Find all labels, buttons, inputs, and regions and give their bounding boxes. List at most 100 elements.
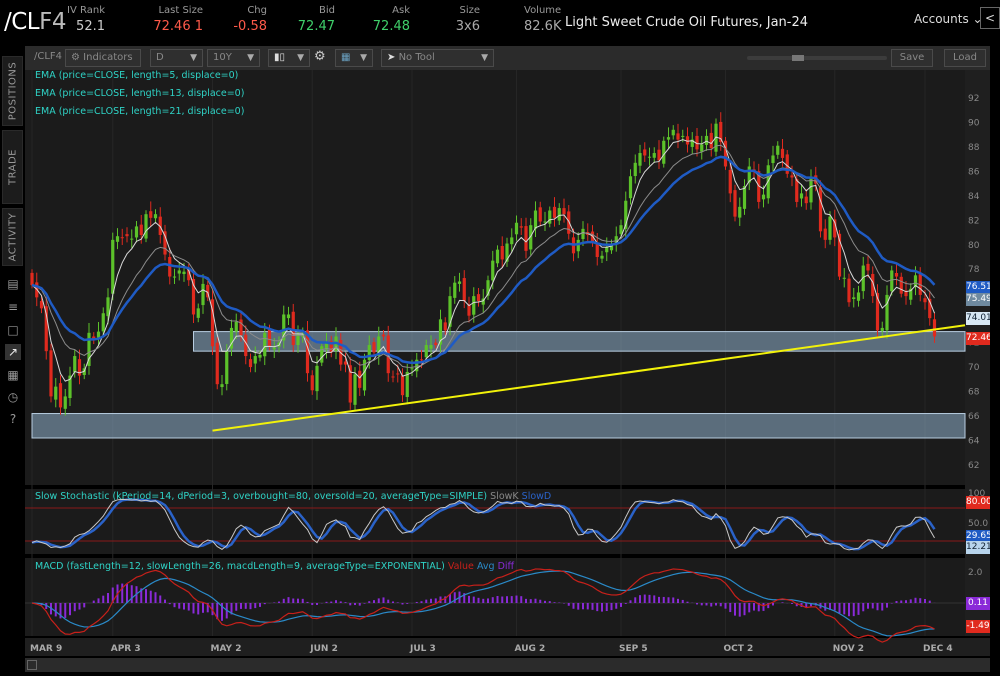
candle-body (396, 373, 399, 374)
candle-body (410, 368, 413, 369)
candle-body (273, 347, 276, 349)
slowd-label: SlowD (522, 491, 552, 502)
candle-body (662, 141, 665, 164)
candle-body (809, 177, 812, 202)
candle-body (315, 366, 318, 391)
candle-body (738, 207, 741, 218)
candle-body (268, 329, 271, 346)
candle-body (729, 170, 732, 193)
stochastic-title: Slow Stochastic (kPeriod=14, dPeriod=3, … (35, 491, 487, 502)
candle-body (111, 240, 114, 294)
price-tick-label: 62 (968, 461, 979, 471)
ema5-legend[interactable]: EMA (price=CLOSE, length=5, displace=0) (35, 70, 238, 81)
price-chart[interactable]: 92908886848280787674727068666462MAR 9APR… (0, 0, 1000, 676)
candle-body (425, 345, 428, 357)
candle-body (657, 150, 660, 161)
candle-body (805, 197, 808, 204)
candle-body (558, 208, 561, 220)
candle-body (225, 351, 228, 384)
candle-body (201, 284, 204, 305)
stochastic-tick-label: 100 (968, 489, 985, 499)
candle-body (629, 176, 632, 198)
candle-body (292, 312, 295, 345)
stochastic-tick-label: 50.0 (968, 519, 988, 529)
candle-body (562, 208, 565, 214)
candle-body (600, 256, 603, 259)
candle-body (895, 273, 898, 277)
candle-body (64, 396, 67, 408)
price-tick-label: 90 (968, 118, 980, 128)
candle-body (672, 130, 675, 136)
candle-body (781, 149, 784, 158)
ema21-legend[interactable]: EMA (price=CLOSE, length=21, displace=0) (35, 106, 244, 117)
candle-body (605, 247, 608, 252)
candle-body (453, 283, 456, 298)
candle-body (140, 225, 143, 235)
price-tick-label: 64 (968, 436, 980, 446)
candle-body (800, 193, 803, 198)
candle-body (429, 345, 432, 349)
macd-legend[interactable]: MACD (fastLength=12, slowLength=26, macd… (35, 561, 514, 572)
price-tick-label: 80 (968, 241, 980, 251)
candle-body (520, 226, 523, 227)
candle-body (795, 179, 798, 202)
candle-body (881, 328, 884, 331)
macd-label-box: 0.11 (966, 597, 990, 610)
candle-body (700, 144, 703, 151)
macd-label-box: -1.49 (966, 620, 990, 633)
candle-body (634, 163, 637, 176)
candle-body (353, 374, 356, 404)
date-tick-label: JUN 2 (309, 644, 338, 654)
candle-body (510, 237, 513, 244)
date-tick-label: AUG 2 (515, 644, 546, 654)
macd-value-label: Value (448, 561, 474, 572)
candle-body (771, 155, 774, 163)
candle-body (472, 296, 475, 315)
candle-body (653, 153, 656, 158)
candle-body (900, 277, 903, 294)
macd-title: MACD (fastLength=12, slowLength=26, macd… (35, 561, 445, 572)
candle-body (444, 322, 447, 330)
price-tick-label: 68 (968, 388, 980, 398)
date-tick-label: SEP 5 (619, 644, 648, 654)
candle-body (743, 186, 746, 209)
candle-body (852, 297, 855, 299)
candle-body (491, 261, 494, 281)
scroll-left-button[interactable] (27, 660, 37, 670)
candle-body (406, 372, 409, 397)
candle-body (97, 332, 100, 338)
ema13-legend[interactable]: EMA (price=CLOSE, length=13, displace=0) (35, 88, 244, 99)
candle-body (197, 308, 200, 318)
date-tick-label: OCT 2 (724, 644, 754, 654)
candle-body (847, 279, 850, 303)
candle-body (116, 236, 119, 242)
candle-body (496, 250, 499, 264)
price-tick-label: 66 (968, 412, 980, 422)
candle-body (382, 335, 385, 337)
candle-body (539, 207, 542, 221)
candle-body (933, 319, 936, 336)
candle-body (890, 270, 893, 291)
candle-body (182, 272, 185, 274)
stochastic-legend[interactable]: Slow Stochastic (kPeriod=14, dPeriod=3, … (35, 491, 551, 502)
candle-body (501, 246, 504, 259)
horizontal-scrollbar[interactable] (25, 658, 990, 672)
candle-body (320, 346, 323, 362)
candle-body (733, 190, 736, 217)
candle-body (235, 322, 238, 332)
candle-body (790, 175, 793, 177)
candle-body (121, 237, 124, 238)
candle-body (548, 211, 551, 224)
price-tick-label: 84 (968, 192, 980, 202)
candle-body (216, 343, 219, 385)
price-tick-label: 88 (968, 143, 980, 153)
candle-body (681, 136, 684, 137)
candle-body (263, 333, 266, 356)
price-tick-label: 70 (968, 363, 980, 373)
candle-body (515, 223, 518, 235)
price-label-box: 75.49 (966, 293, 990, 306)
candle-body (434, 343, 437, 345)
price-tick-label: 82 (968, 216, 979, 226)
candle-body (368, 345, 371, 360)
candle-body (102, 313, 105, 331)
